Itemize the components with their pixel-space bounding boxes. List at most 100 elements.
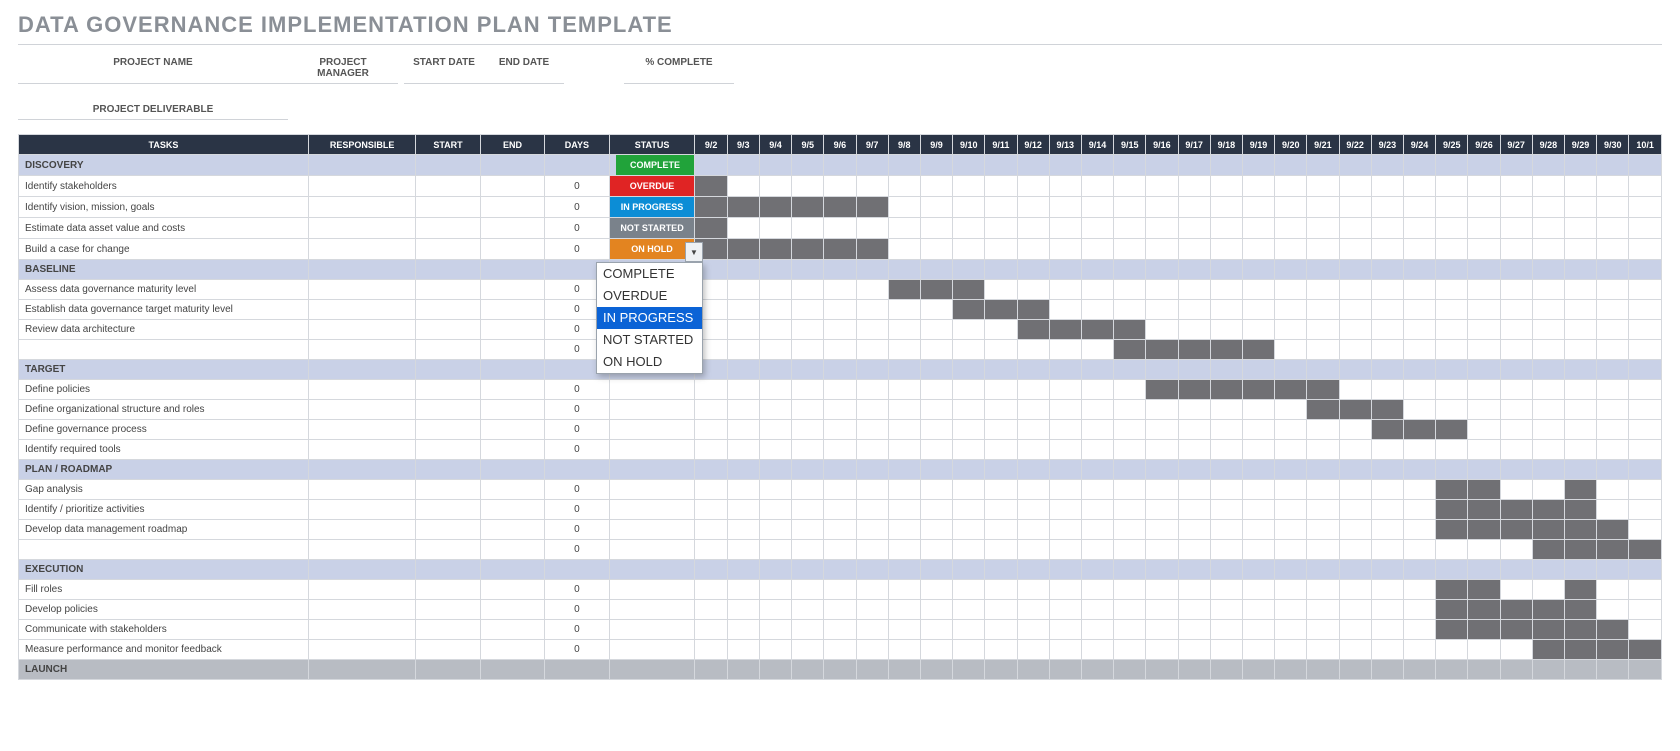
gantt-cell[interactable] bbox=[1371, 640, 1403, 660]
gantt-cell[interactable] bbox=[953, 460, 985, 480]
gantt-cell[interactable] bbox=[1629, 239, 1662, 260]
gantt-cell[interactable] bbox=[1597, 440, 1629, 460]
start-cell[interactable] bbox=[416, 520, 480, 540]
gantt-cell[interactable] bbox=[759, 400, 791, 420]
gantt-cell[interactable] bbox=[953, 176, 985, 197]
meta-start-date[interactable]: START DATE bbox=[404, 53, 484, 84]
gantt-cell[interactable] bbox=[1307, 440, 1339, 460]
gantt-cell[interactable] bbox=[1597, 660, 1629, 680]
gantt-cell[interactable] bbox=[1178, 340, 1210, 360]
gantt-cell[interactable] bbox=[920, 620, 952, 640]
gantt-cell[interactable] bbox=[1500, 520, 1532, 540]
gantt-cell[interactable] bbox=[953, 540, 985, 560]
responsible-cell[interactable] bbox=[308, 280, 415, 300]
dropdown-option[interactable]: OVERDUE bbox=[597, 285, 702, 307]
gantt-cell[interactable] bbox=[1275, 360, 1307, 380]
gantt-cell[interactable] bbox=[1403, 197, 1435, 218]
end-cell[interactable] bbox=[480, 480, 544, 500]
gantt-cell[interactable] bbox=[1242, 239, 1274, 260]
gantt-cell[interactable] bbox=[759, 460, 791, 480]
status-dropdown[interactable]: ▼ COMPLETEOVERDUEIN PROGRESSNOT STARTEDO… bbox=[596, 262, 703, 374]
end-cell[interactable] bbox=[480, 218, 544, 239]
gantt-cell[interactable] bbox=[1049, 300, 1081, 320]
gantt-cell[interactable] bbox=[1178, 360, 1210, 380]
gantt-cell[interactable] bbox=[1532, 320, 1564, 340]
gantt-cell[interactable] bbox=[1242, 600, 1274, 620]
gantt-cell[interactable] bbox=[985, 176, 1017, 197]
start-cell[interactable] bbox=[416, 400, 480, 420]
task-cell[interactable]: Build a case for change bbox=[19, 239, 309, 260]
gantt-cell[interactable] bbox=[1500, 500, 1532, 520]
end-cell[interactable] bbox=[480, 520, 544, 540]
gantt-cell[interactable] bbox=[1081, 420, 1113, 440]
gantt-cell[interactable] bbox=[1371, 620, 1403, 640]
start-cell[interactable] bbox=[416, 600, 480, 620]
days-cell[interactable]: 0 bbox=[545, 540, 609, 560]
gantt-cell[interactable] bbox=[1081, 500, 1113, 520]
gantt-cell[interactable] bbox=[1500, 600, 1532, 620]
gantt-cell[interactable] bbox=[727, 420, 759, 440]
gantt-cell[interactable] bbox=[1371, 560, 1403, 580]
task-cell[interactable]: Communicate with stakeholders bbox=[19, 620, 309, 640]
gantt-cell[interactable] bbox=[1307, 480, 1339, 500]
gantt-cell[interactable] bbox=[856, 560, 888, 580]
gantt-cell[interactable] bbox=[1532, 380, 1564, 400]
gantt-cell[interactable] bbox=[1178, 540, 1210, 560]
responsible-cell[interactable] bbox=[308, 155, 415, 176]
gantt-cell[interactable] bbox=[1564, 440, 1596, 460]
gantt-cell[interactable] bbox=[1629, 520, 1662, 540]
gantt-cell[interactable] bbox=[1210, 420, 1242, 440]
gantt-cell[interactable] bbox=[856, 480, 888, 500]
gantt-cell[interactable] bbox=[1436, 380, 1468, 400]
gantt-cell[interactable] bbox=[1403, 460, 1435, 480]
gantt-cell[interactable] bbox=[1307, 660, 1339, 680]
end-cell[interactable] bbox=[480, 540, 544, 560]
gantt-cell[interactable] bbox=[1629, 420, 1662, 440]
gantt-cell[interactable] bbox=[759, 440, 791, 460]
gantt-cell[interactable] bbox=[1146, 155, 1178, 176]
start-cell[interactable] bbox=[416, 440, 480, 460]
gantt-cell[interactable] bbox=[1468, 640, 1500, 660]
gantt-cell[interactable] bbox=[1178, 620, 1210, 640]
gantt-cell[interactable] bbox=[1629, 197, 1662, 218]
gantt-cell[interactable] bbox=[727, 460, 759, 480]
gantt-cell[interactable] bbox=[824, 176, 856, 197]
gantt-cell[interactable] bbox=[792, 280, 824, 300]
gantt-cell[interactable] bbox=[920, 300, 952, 320]
gantt-cell[interactable] bbox=[695, 560, 727, 580]
gantt-cell[interactable] bbox=[1275, 580, 1307, 600]
gantt-cell[interactable] bbox=[1532, 197, 1564, 218]
gantt-cell[interactable] bbox=[1081, 320, 1113, 340]
gantt-cell[interactable] bbox=[1114, 340, 1146, 360]
gantt-cell[interactable] bbox=[1210, 380, 1242, 400]
gantt-cell[interactable] bbox=[1049, 540, 1081, 560]
gantt-cell[interactable] bbox=[1210, 660, 1242, 680]
gantt-cell[interactable] bbox=[1436, 420, 1468, 440]
task-cell[interactable]: Identify required tools bbox=[19, 440, 309, 460]
gantt-cell[interactable] bbox=[1403, 320, 1435, 340]
gantt-cell[interactable] bbox=[985, 540, 1017, 560]
gantt-cell[interactable] bbox=[1629, 340, 1662, 360]
gantt-cell[interactable] bbox=[1468, 580, 1500, 600]
gantt-cell[interactable] bbox=[824, 640, 856, 660]
gantt-cell[interactable] bbox=[1564, 280, 1596, 300]
gantt-cell[interactable] bbox=[1210, 360, 1242, 380]
status-cell[interactable] bbox=[609, 540, 695, 560]
gantt-cell[interactable] bbox=[1049, 239, 1081, 260]
gantt-cell[interactable] bbox=[1146, 660, 1178, 680]
gantt-cell[interactable] bbox=[888, 500, 920, 520]
gantt-cell[interactable] bbox=[1468, 520, 1500, 540]
gantt-cell[interactable] bbox=[1210, 300, 1242, 320]
gantt-cell[interactable] bbox=[1597, 340, 1629, 360]
status-cell[interactable] bbox=[609, 440, 695, 460]
gantt-cell[interactable] bbox=[1564, 480, 1596, 500]
gantt-cell[interactable] bbox=[1146, 197, 1178, 218]
gantt-cell[interactable] bbox=[1468, 360, 1500, 380]
gantt-cell[interactable] bbox=[1629, 640, 1662, 660]
gantt-cell[interactable] bbox=[1629, 620, 1662, 640]
gantt-cell[interactable] bbox=[759, 197, 791, 218]
gantt-cell[interactable] bbox=[1436, 540, 1468, 560]
gantt-cell[interactable] bbox=[1339, 197, 1371, 218]
gantt-cell[interactable] bbox=[695, 155, 727, 176]
gantt-cell[interactable] bbox=[920, 218, 952, 239]
